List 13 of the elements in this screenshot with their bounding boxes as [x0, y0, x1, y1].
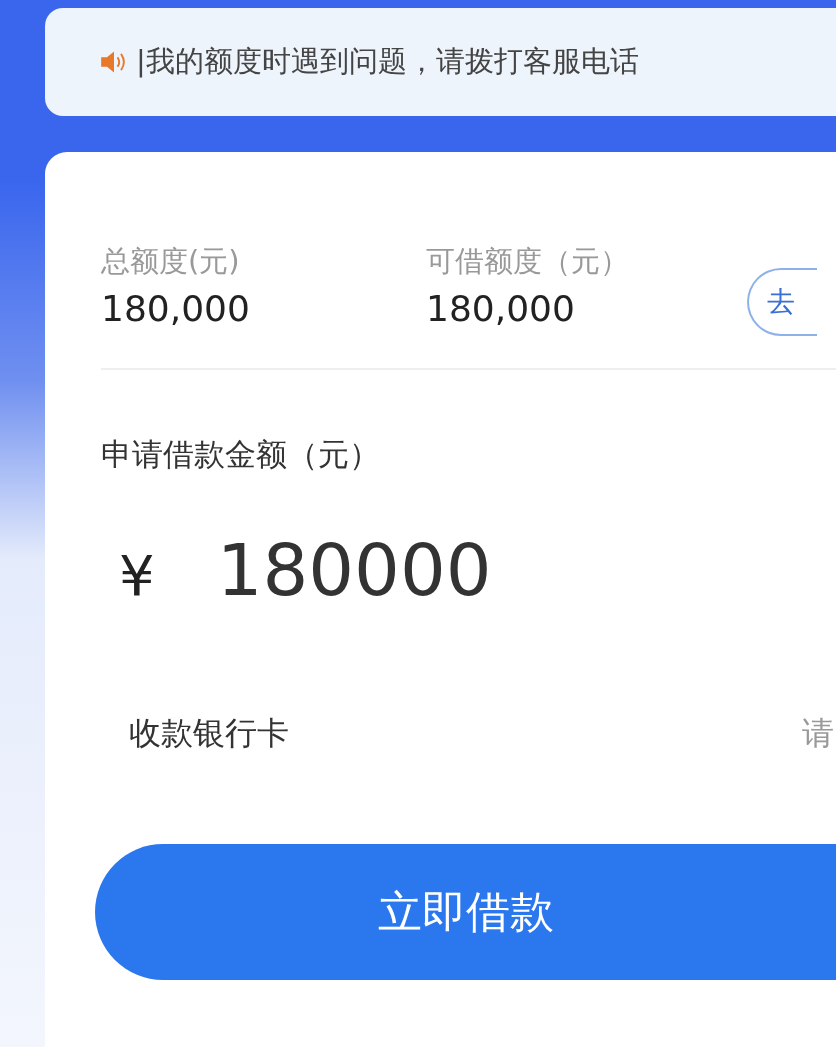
notice-text: |我的额度时遇到问题，请拨打客服电话: [136, 43, 639, 80]
quota-value: 180,000: [101, 288, 251, 329]
quota-label: 总额度(元): [101, 243, 241, 280]
amount-input[interactable]: 180000: [216, 528, 492, 612]
quota-label: 可借额度（元）: [426, 243, 630, 280]
bank-card-value[interactable]: 请: [802, 712, 834, 756]
quota-value: 180,000: [426, 288, 576, 329]
borrow-button[interactable]: 立即借款: [95, 844, 836, 980]
action-button[interactable]: 去: [747, 268, 817, 336]
amount-label: 申请借款金额（元）: [101, 435, 381, 474]
speaker-icon: [100, 50, 128, 74]
currency-symbol: ¥: [119, 543, 155, 608]
bank-card-label: 收款银行卡: [129, 713, 289, 754]
